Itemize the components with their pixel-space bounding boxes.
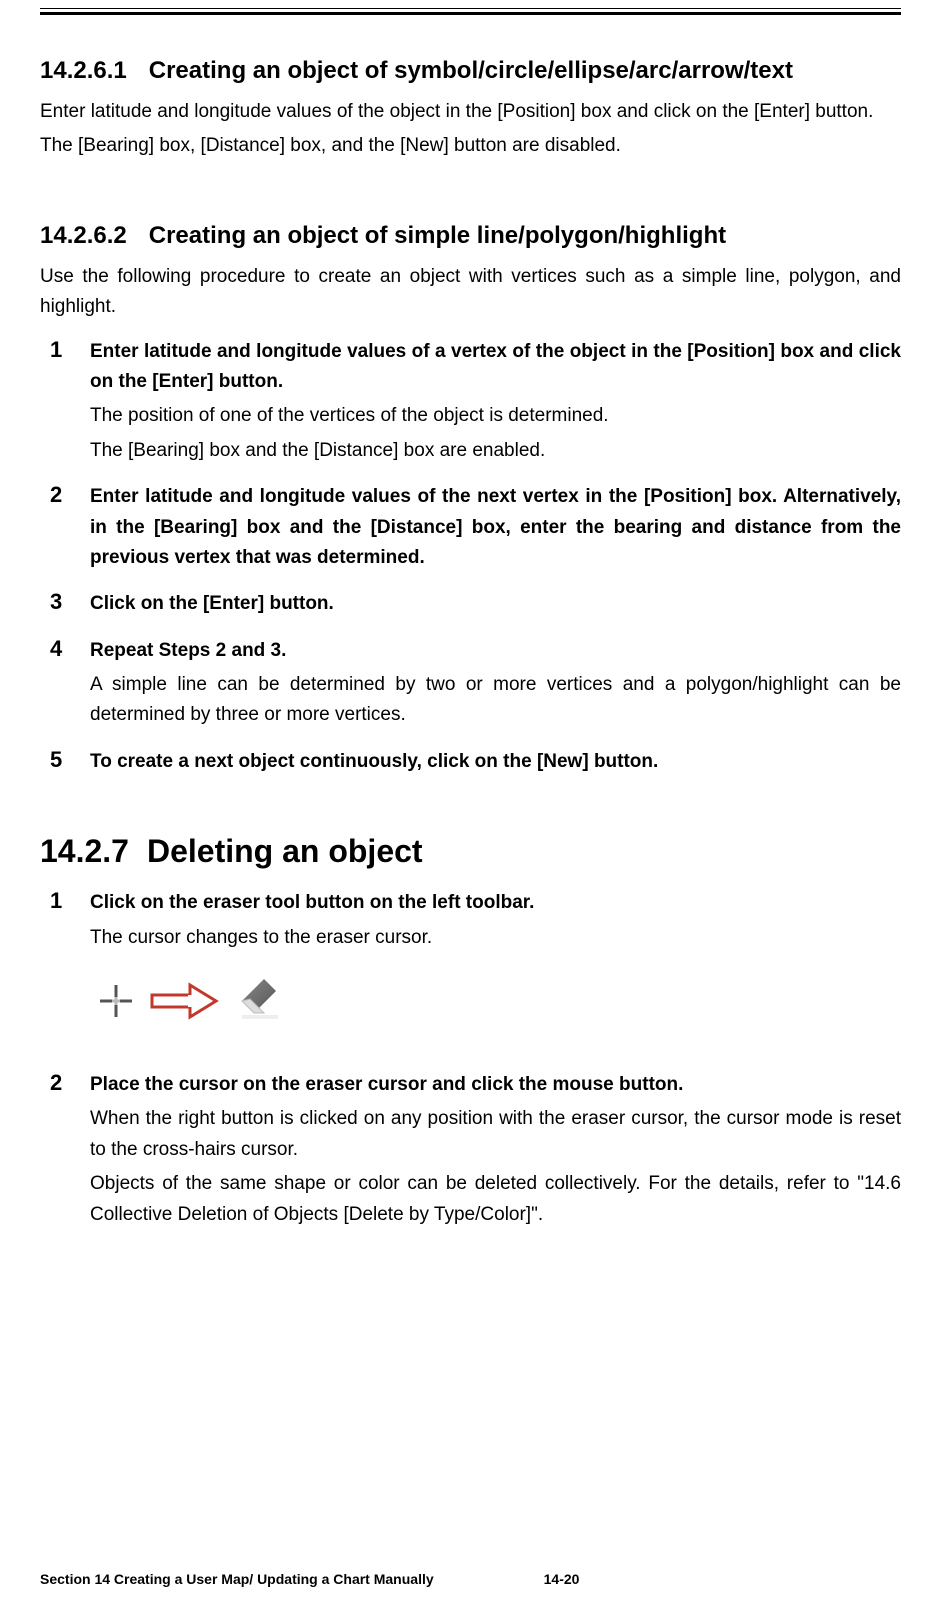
step-desc: Objects of the same shape or color can b… bbox=[90, 1169, 901, 1230]
step-list-14-2-7: 1 Click on the eraser tool button on the… bbox=[40, 888, 901, 1230]
step-body: Place the cursor on the eraser cursor an… bbox=[90, 1070, 901, 1230]
footer-page-number: 14-20 bbox=[544, 1571, 580, 1587]
rule-thick bbox=[40, 12, 901, 15]
body-paragraph: Use the following procedure to create an… bbox=[40, 262, 901, 323]
step-body: Enter latitude and longitude values of a… bbox=[90, 337, 901, 467]
eraser-icon bbox=[236, 977, 284, 1030]
list-item: 3 Click on the [Enter] button. bbox=[40, 589, 901, 619]
step-number: 2 bbox=[40, 1070, 90, 1096]
step-number: 5 bbox=[40, 747, 90, 773]
step-desc: A simple line can be determined by two o… bbox=[90, 670, 901, 731]
rule-thin bbox=[40, 8, 901, 9]
body-paragraph: The [Bearing] box, [Distance] box, and t… bbox=[40, 131, 901, 161]
step-body: Click on the eraser tool button on the l… bbox=[90, 888, 901, 1054]
step-number: 2 bbox=[40, 482, 90, 508]
step-list-14-2-6-2: 1 Enter latitude and longitude values of… bbox=[40, 337, 901, 778]
list-item: 2 Enter latitude and longitude values of… bbox=[40, 482, 901, 573]
list-item: 4 Repeat Steps 2 and 3. A simple line ca… bbox=[40, 636, 901, 731]
cursor-change-figure bbox=[98, 977, 901, 1030]
step-number: 1 bbox=[40, 337, 90, 363]
heading-number: 14.2.6.1 bbox=[40, 57, 127, 85]
step-desc: The [Bearing] box and the [Distance] box… bbox=[90, 436, 901, 466]
step-title: Enter latitude and longitude values of a… bbox=[90, 337, 901, 398]
step-body: To create a next object continuously, cl… bbox=[90, 747, 901, 777]
step-title: Click on the eraser tool button on the l… bbox=[90, 888, 901, 918]
list-item: 1 Click on the eraser tool button on the… bbox=[40, 888, 901, 1054]
step-body: Repeat Steps 2 and 3. A simple line can … bbox=[90, 636, 901, 731]
step-number: 1 bbox=[40, 888, 90, 914]
heading-title: Creating an object of symbol/circle/elli… bbox=[149, 57, 793, 84]
heading-14-2-7: 14.2.7 Deleting an object bbox=[40, 833, 901, 870]
list-item: 1 Enter latitude and longitude values of… bbox=[40, 337, 901, 467]
document-page: 14.2.6.1 Creating an object of symbol/cir… bbox=[0, 0, 941, 1621]
step-desc: The cursor changes to the eraser cursor. bbox=[90, 923, 901, 953]
heading-number: 14.2.6.2 bbox=[40, 222, 127, 250]
arrow-right-icon bbox=[150, 981, 220, 1026]
heading-14-2-6-2: 14.2.6.2 Creating an object of simple lin… bbox=[40, 222, 901, 250]
step-title: To create a next object continuously, cl… bbox=[90, 747, 901, 777]
step-title: Repeat Steps 2 and 3. bbox=[90, 636, 901, 666]
step-body: Click on the [Enter] button. bbox=[90, 589, 901, 619]
step-desc: The position of one of the vertices of t… bbox=[90, 401, 901, 431]
page-footer: Section 14 Creating a User Map/ Updating… bbox=[40, 1571, 901, 1587]
crosshair-icon bbox=[98, 983, 134, 1024]
heading-14-2-6-1: 14.2.6.1 Creating an object of symbol/cir… bbox=[40, 57, 901, 85]
header-rules bbox=[40, 0, 901, 15]
step-title: Place the cursor on the eraser cursor an… bbox=[90, 1070, 901, 1100]
heading-title: Creating an object of simple line/polygo… bbox=[149, 222, 726, 249]
list-item: 5 To create a next object continuously, … bbox=[40, 747, 901, 777]
step-number: 3 bbox=[40, 589, 90, 615]
step-body: Enter latitude and longitude values of t… bbox=[90, 482, 901, 573]
body-paragraph: Enter latitude and longitude values of t… bbox=[40, 97, 901, 127]
step-title: Enter latitude and longitude values of t… bbox=[90, 482, 901, 573]
step-number: 4 bbox=[40, 636, 90, 662]
heading-number: 14.2.7 bbox=[40, 833, 129, 870]
step-desc: When the right button is clicked on any … bbox=[90, 1104, 901, 1165]
list-item: 2 Place the cursor on the eraser cursor … bbox=[40, 1070, 901, 1230]
footer-section-title: Section 14 Creating a User Map/ Updating… bbox=[40, 1571, 434, 1587]
heading-title: Deleting an object bbox=[147, 833, 423, 869]
step-title: Click on the [Enter] button. bbox=[90, 589, 901, 619]
